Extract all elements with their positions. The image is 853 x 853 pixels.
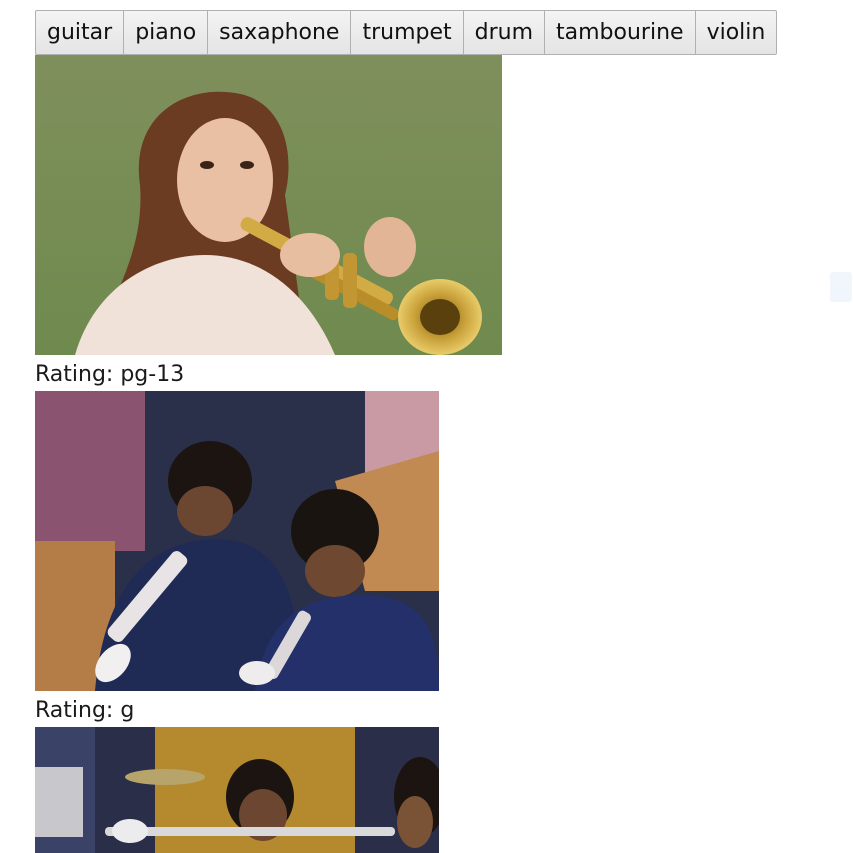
instrument-button-bar: guitar piano saxaphone trumpet drum tamb… [35, 10, 778, 55]
trumpet-gif-1 [35, 55, 502, 355]
saxaphone-button[interactable]: saxaphone [207, 10, 352, 55]
drum-button[interactable]: drum [462, 10, 546, 55]
rating-label: Rating: g [35, 698, 135, 723]
tambourine-button[interactable]: tambourine [544, 10, 696, 55]
piano-button[interactable]: piano [123, 10, 209, 55]
rating-label: Rating: pg-13 [35, 362, 185, 387]
trumpet-gif-1-image [35, 55, 502, 355]
trumpet-gif-2 [35, 391, 439, 691]
trumpet-gif-3-image [35, 727, 439, 853]
faint-overlay-marker [830, 272, 852, 302]
violin-button[interactable]: violin [694, 10, 778, 55]
trumpet-gif-2-image [35, 391, 439, 691]
guitar-button[interactable]: guitar [35, 10, 125, 55]
trumpet-gif-3 [35, 727, 439, 853]
trumpet-button[interactable]: trumpet [350, 10, 464, 55]
page: guitar piano saxaphone trumpet drum tamb… [0, 0, 853, 853]
